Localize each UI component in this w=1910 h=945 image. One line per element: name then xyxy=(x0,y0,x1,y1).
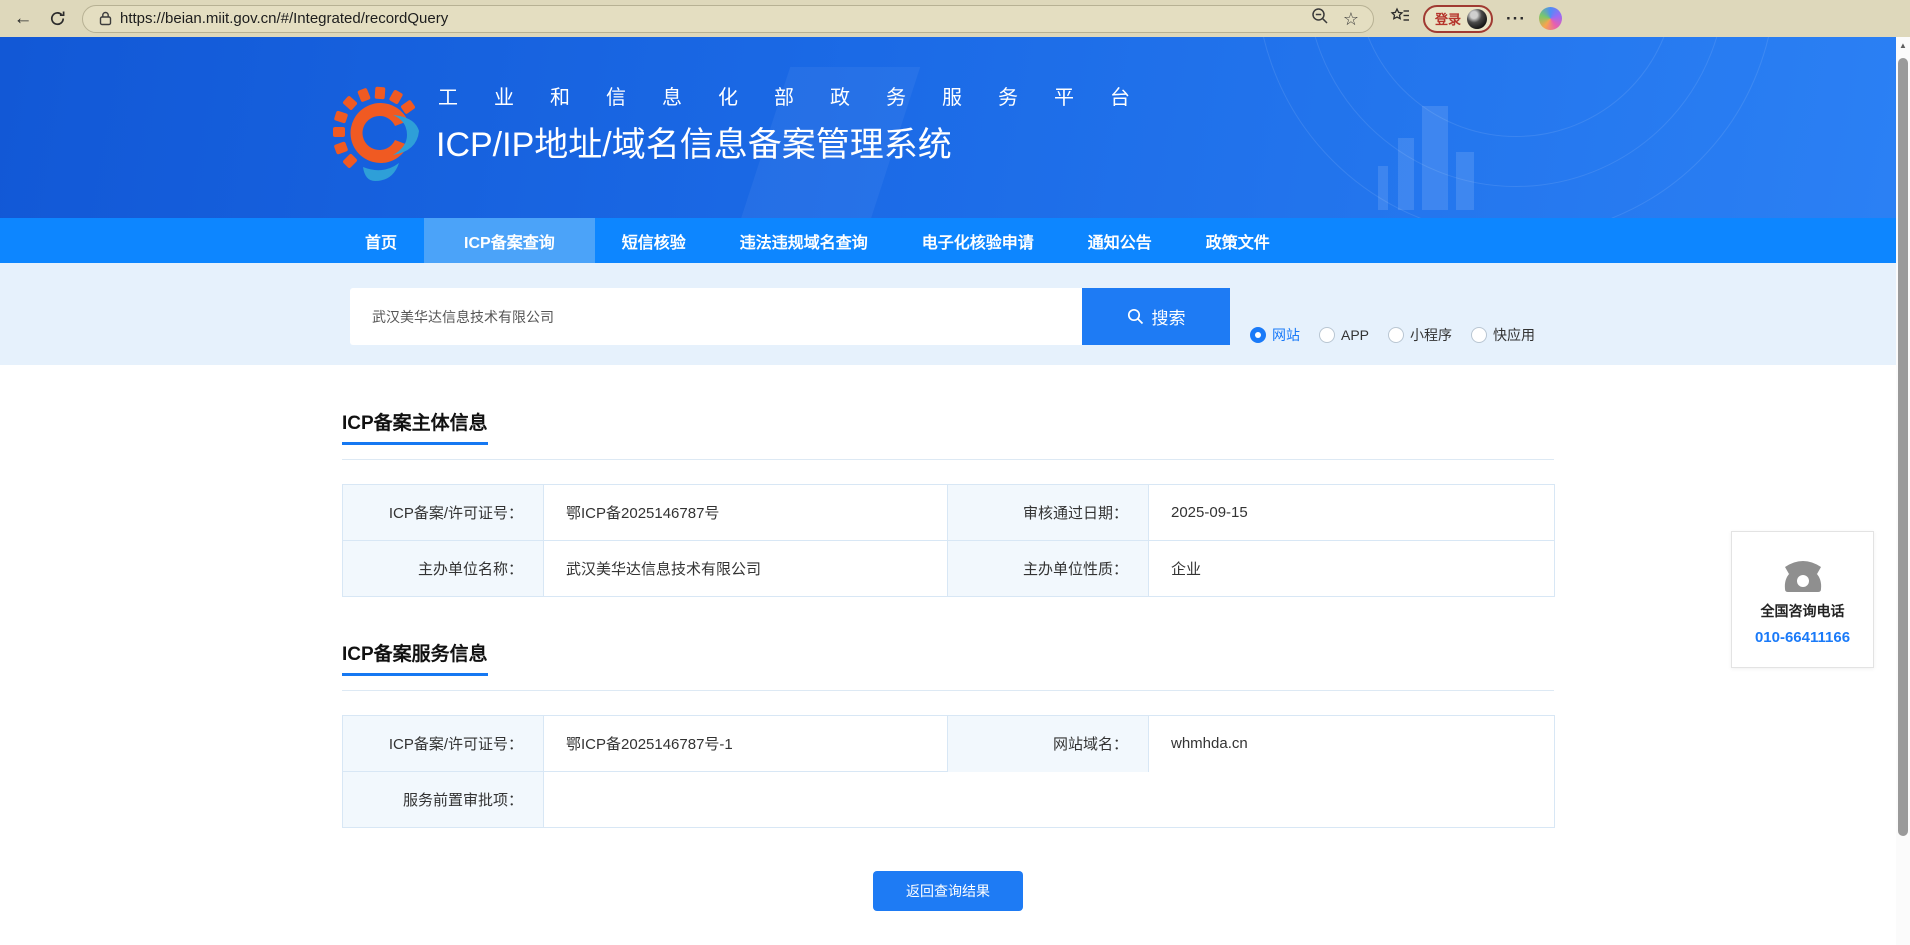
header-subtitle: 工业和信息化部政务服务平台 xyxy=(438,87,1166,109)
scrollbar-thumb[interactable] xyxy=(1898,58,1908,836)
site-header: 工业和信息化部政务服务平台 ICP/IP地址/域名信息备案管理系统 xyxy=(0,37,1896,218)
field-value: 鄂ICP备2025146787号-1 xyxy=(543,715,948,772)
address-bar[interactable]: https://beian.miit.gov.cn/#/Integrated/r… xyxy=(82,4,1374,33)
radio-icon xyxy=(1471,327,1488,343)
search-type-options: 网站 APP 小程序 快应用 xyxy=(1250,325,1535,345)
table-row: 服务前置审批项： xyxy=(342,771,1555,828)
option-label: APP xyxy=(1341,327,1370,343)
section-divider xyxy=(342,690,1554,691)
table-row: ICP备案/许可证号： 鄂ICP备2025146787号-1 网站域名： whm… xyxy=(342,715,1555,772)
site-logo-icon xyxy=(333,85,425,190)
field-label: 审核通过日期： xyxy=(947,484,1149,541)
favorite-star-icon[interactable]: ☆ xyxy=(1343,10,1359,28)
scrollbar-up-icon[interactable]: ▲ xyxy=(1896,37,1910,50)
option-app[interactable]: APP xyxy=(1319,327,1369,343)
field-value: 2025-09-15 xyxy=(1148,484,1555,541)
header-building-graphic xyxy=(1456,152,1474,210)
service-info-table: ICP备案/许可证号： 鄂ICP备2025146787号-1 网站域名： whm… xyxy=(342,715,1555,828)
nav-item-electronic-verification[interactable]: 电子化核验申请 xyxy=(895,218,1061,263)
field-label: ICP备案/许可证号： xyxy=(342,715,544,772)
avatar xyxy=(1467,8,1488,29)
field-value xyxy=(543,771,1555,828)
favorites-list-icon[interactable] xyxy=(1390,7,1410,30)
back-icon[interactable]: ← xyxy=(6,5,40,33)
nav-item-policy-files[interactable]: 政策文件 xyxy=(1179,218,1297,263)
section-divider xyxy=(342,459,1554,460)
service-section-title: ICP备案服务信息 xyxy=(342,639,488,676)
login-button[interactable]: 登录 xyxy=(1423,4,1494,33)
field-label: ICP备案/许可证号： xyxy=(342,484,544,541)
refresh-icon-glyph xyxy=(50,11,64,26)
option-label: 小程序 xyxy=(1410,327,1453,343)
hotline-card: 全国咨询电话 010-66411166 xyxy=(1731,531,1874,668)
field-label: 网站域名： xyxy=(947,715,1149,772)
browser-menu-icon[interactable]: ··· xyxy=(1506,9,1526,29)
hotline-label: 全国咨询电话 xyxy=(1760,603,1845,619)
radio-icon xyxy=(1250,327,1266,343)
radio-icon xyxy=(1319,327,1335,343)
option-miniprogram[interactable]: 小程序 xyxy=(1388,325,1452,345)
nav-item-sms-verify[interactable]: 短信核验 xyxy=(595,218,713,263)
lock-icon xyxy=(99,11,112,26)
field-label: 主办单位名称： xyxy=(342,540,544,597)
option-label: 快应用 xyxy=(1493,327,1536,343)
url-text[interactable]: https://beian.miit.gov.cn/#/Integrated/r… xyxy=(120,10,1311,27)
table-row: 主办单位名称： 武汉美华达信息技术有限公司 主办单位性质： 企业 xyxy=(342,540,1555,597)
search-input[interactable] xyxy=(350,288,1082,345)
hotline-number: 010-66411166 xyxy=(1754,629,1851,646)
field-value: 企业 xyxy=(1148,540,1555,597)
vertical-scrollbar[interactable]: ▲ xyxy=(1896,37,1910,945)
option-quickapp[interactable]: 快应用 xyxy=(1471,325,1535,345)
table-row: ICP备案/许可证号： 鄂ICP备2025146787号 审核通过日期： 202… xyxy=(342,484,1555,541)
header-title: ICP/IP地址/域名信息备案管理系统 xyxy=(436,126,952,164)
nav-item-home[interactable]: 首页 xyxy=(338,218,424,263)
nav-item-notices[interactable]: 通知公告 xyxy=(1061,218,1179,263)
refresh-icon[interactable] xyxy=(40,5,74,33)
search-icon xyxy=(1127,308,1143,325)
subject-info-table: ICP备案/许可证号： 鄂ICP备2025146787号 审核通过日期： 202… xyxy=(342,484,1555,597)
header-building-graphic xyxy=(1398,138,1414,210)
option-label: 网站 xyxy=(1272,327,1300,343)
nav-item-icp-query[interactable]: ICP备案查询 xyxy=(424,218,595,263)
field-value: 鄂ICP备2025146787号 xyxy=(543,484,948,541)
option-website[interactable]: 网站 xyxy=(1250,325,1300,345)
nav-item-illegal-domain-query[interactable]: 违法违规域名查询 xyxy=(713,218,895,263)
copilot-icon[interactable] xyxy=(1539,7,1562,30)
search-button-label: 搜索 xyxy=(1151,309,1186,328)
zoom-out-icon[interactable] xyxy=(1311,7,1329,30)
back-to-results-button[interactable]: 返回查询结果 xyxy=(873,871,1023,911)
field-label: 服务前置审批项： xyxy=(342,771,544,828)
telephone-icon xyxy=(1784,561,1821,592)
main-nav: 首页 ICP备案查询 短信核验 违法违规域名查询 电子化核验申请 通知公告 政策… xyxy=(0,218,1896,263)
search-section: 搜索 网站 APP 小程序 快应用 xyxy=(0,263,1896,365)
field-value: 武汉美华达信息技术有限公司 xyxy=(543,540,948,597)
radio-icon xyxy=(1388,327,1405,343)
search-button[interactable]: 搜索 xyxy=(1082,288,1230,345)
subject-section-title: ICP备案主体信息 xyxy=(342,408,488,445)
browser-chrome: ← https://beian.miit.gov.cn/#/Integrated… xyxy=(0,0,1910,37)
field-label: 主办单位性质： xyxy=(947,540,1149,597)
header-building-graphic xyxy=(1378,166,1388,210)
header-building-graphic xyxy=(1422,106,1448,210)
login-label: 登录 xyxy=(1435,12,1462,27)
page: 工业和信息化部政务服务平台 ICP/IP地址/域名信息备案管理系统 首页 ICP… xyxy=(0,37,1896,945)
field-value: whmhda.cn xyxy=(1148,715,1555,772)
